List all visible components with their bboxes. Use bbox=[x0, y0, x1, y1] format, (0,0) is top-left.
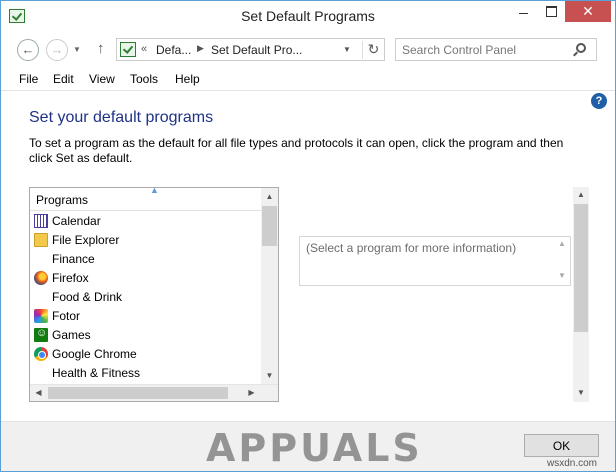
programs-vertical-scrollbar[interactable]: ▲ ▼ bbox=[261, 188, 278, 384]
program-item-calendar[interactable]: Calendar bbox=[30, 212, 261, 231]
program-item-food-drink[interactable]: Food & Drink bbox=[30, 288, 261, 307]
scroll-left-arrow-icon[interactable]: ◀ bbox=[30, 385, 47, 401]
source-watermark: wsxdn.com bbox=[547, 458, 598, 469]
refresh-button[interactable]: ↻ bbox=[362, 41, 384, 59]
program-label: Health & Fitness bbox=[52, 366, 141, 380]
breadcrumb-item-set-default-programs[interactable]: Set Default Pro... bbox=[211, 43, 302, 57]
program-item-fotor[interactable]: Fotor bbox=[30, 307, 261, 326]
menu-help[interactable]: Help bbox=[175, 72, 200, 86]
program-label: Food & Drink bbox=[52, 290, 123, 304]
maximize-button[interactable] bbox=[537, 1, 565, 22]
fotor-icon bbox=[34, 309, 48, 323]
programs-column-header[interactable]: ▲ Programs bbox=[30, 188, 261, 211]
program-item-health-fitness[interactable]: Health & Fitness bbox=[30, 364, 261, 383]
minimize-button[interactable] bbox=[509, 1, 537, 22]
page-heading: Set your default programs bbox=[29, 109, 214, 126]
program-label: Games bbox=[52, 328, 91, 342]
folder-icon bbox=[34, 233, 48, 247]
program-label: Google Chrome bbox=[52, 347, 137, 361]
programs-header-label: Programs bbox=[36, 193, 89, 207]
menu-view[interactable]: View bbox=[89, 72, 115, 86]
up-button[interactable]: ↑ bbox=[97, 40, 105, 57]
program-item-finance[interactable]: Finance bbox=[30, 250, 261, 269]
scroll-right-arrow-icon[interactable]: ▶ bbox=[243, 385, 260, 401]
set-default-programs-window: Set Default Programs ✕ ← → ▼ ↑ « Defa...… bbox=[0, 0, 616, 472]
chrome-icon bbox=[34, 347, 48, 361]
info-scroll-down-icon[interactable]: ▼ bbox=[558, 271, 566, 280]
menu-tools[interactable]: Tools bbox=[130, 72, 158, 86]
page-description: To set a program as the default for all … bbox=[29, 136, 564, 165]
breadcrumb-overflow[interactable]: « bbox=[141, 43, 147, 55]
close-button[interactable]: ✕ bbox=[565, 1, 611, 22]
program-item-google-chrome[interactable]: Google Chrome bbox=[30, 345, 261, 364]
programs-list-items: Calendar File Explorer Finance Firefox F… bbox=[30, 212, 261, 383]
address-field[interactable]: « Defa... ▶ Set Default Pro... ▼ ↻ bbox=[116, 38, 385, 61]
details-scroll-up-icon[interactable]: ▲ bbox=[573, 187, 589, 203]
horizontal-scroll-thumb[interactable] bbox=[48, 387, 228, 399]
menu-edit[interactable]: Edit bbox=[53, 72, 74, 86]
main-content: ? Set your default programs To set a pro… bbox=[1, 91, 615, 421]
program-label: File Explorer bbox=[52, 233, 120, 247]
breadcrumb-item-default-programs[interactable]: Defa... bbox=[156, 43, 191, 57]
ok-button[interactable]: OK bbox=[524, 434, 599, 457]
program-item-file-explorer[interactable]: File Explorer bbox=[30, 231, 261, 250]
calendar-icon bbox=[34, 214, 48, 228]
programs-list[interactable]: ▲ Programs Calendar File Explorer Financ… bbox=[29, 187, 279, 402]
search-input[interactable] bbox=[402, 42, 572, 58]
program-info-placeholder: (Select a program for more information) bbox=[306, 241, 517, 255]
info-scrollbar[interactable]: ▲ ▼ bbox=[555, 237, 571, 285]
firefox-icon bbox=[34, 271, 48, 285]
search-icon[interactable] bbox=[576, 43, 586, 53]
sort-ascending-icon: ▲ bbox=[150, 187, 159, 195]
back-button[interactable]: ← bbox=[17, 39, 39, 61]
breadcrumb-separator-icon[interactable]: ▶ bbox=[197, 43, 204, 54]
info-scroll-up-icon[interactable]: ▲ bbox=[558, 239, 566, 248]
program-label: Calendar bbox=[52, 214, 101, 228]
scroll-up-arrow-icon[interactable]: ▲ bbox=[261, 188, 278, 205]
program-item-firefox[interactable]: Firefox bbox=[30, 269, 261, 288]
appuals-watermark: APPUALS bbox=[206, 426, 423, 470]
search-box[interactable] bbox=[395, 38, 597, 61]
program-info-panel: (Select a program for more information) … bbox=[299, 236, 571, 286]
menu-file[interactable]: File bbox=[19, 72, 38, 86]
programs-horizontal-scrollbar[interactable]: ◀ ▶ bbox=[30, 384, 278, 401]
program-label: Firefox bbox=[52, 271, 89, 285]
details-vertical-scrollbar[interactable]: ▲ ▼ bbox=[573, 187, 589, 402]
program-label: Finance bbox=[52, 252, 95, 266]
details-scroll-down-icon[interactable]: ▼ bbox=[573, 385, 589, 401]
address-bar: ← → ▼ ↑ « Defa... ▶ Set Default Pro... ▼… bbox=[1, 31, 615, 69]
control-panel-icon bbox=[120, 42, 136, 57]
details-scroll-thumb[interactable] bbox=[574, 204, 588, 332]
help-icon[interactable]: ? bbox=[591, 93, 607, 109]
address-dropdown-icon[interactable]: ▼ bbox=[343, 45, 351, 54]
forward-button[interactable]: → bbox=[46, 39, 68, 61]
dialog-footer: APPUALS OK wsxdn.com bbox=[1, 421, 615, 471]
title-bar: Set Default Programs ✕ bbox=[1, 1, 615, 31]
recent-locations-dropdown[interactable]: ▼ bbox=[73, 45, 81, 54]
scroll-down-arrow-icon[interactable]: ▼ bbox=[261, 367, 278, 384]
program-label: Fotor bbox=[52, 309, 81, 323]
scroll-thumb[interactable] bbox=[262, 206, 277, 246]
games-icon bbox=[34, 327, 48, 342]
menu-bar: File Edit View Tools Help bbox=[1, 69, 615, 91]
program-item-games[interactable]: Games bbox=[30, 326, 261, 345]
